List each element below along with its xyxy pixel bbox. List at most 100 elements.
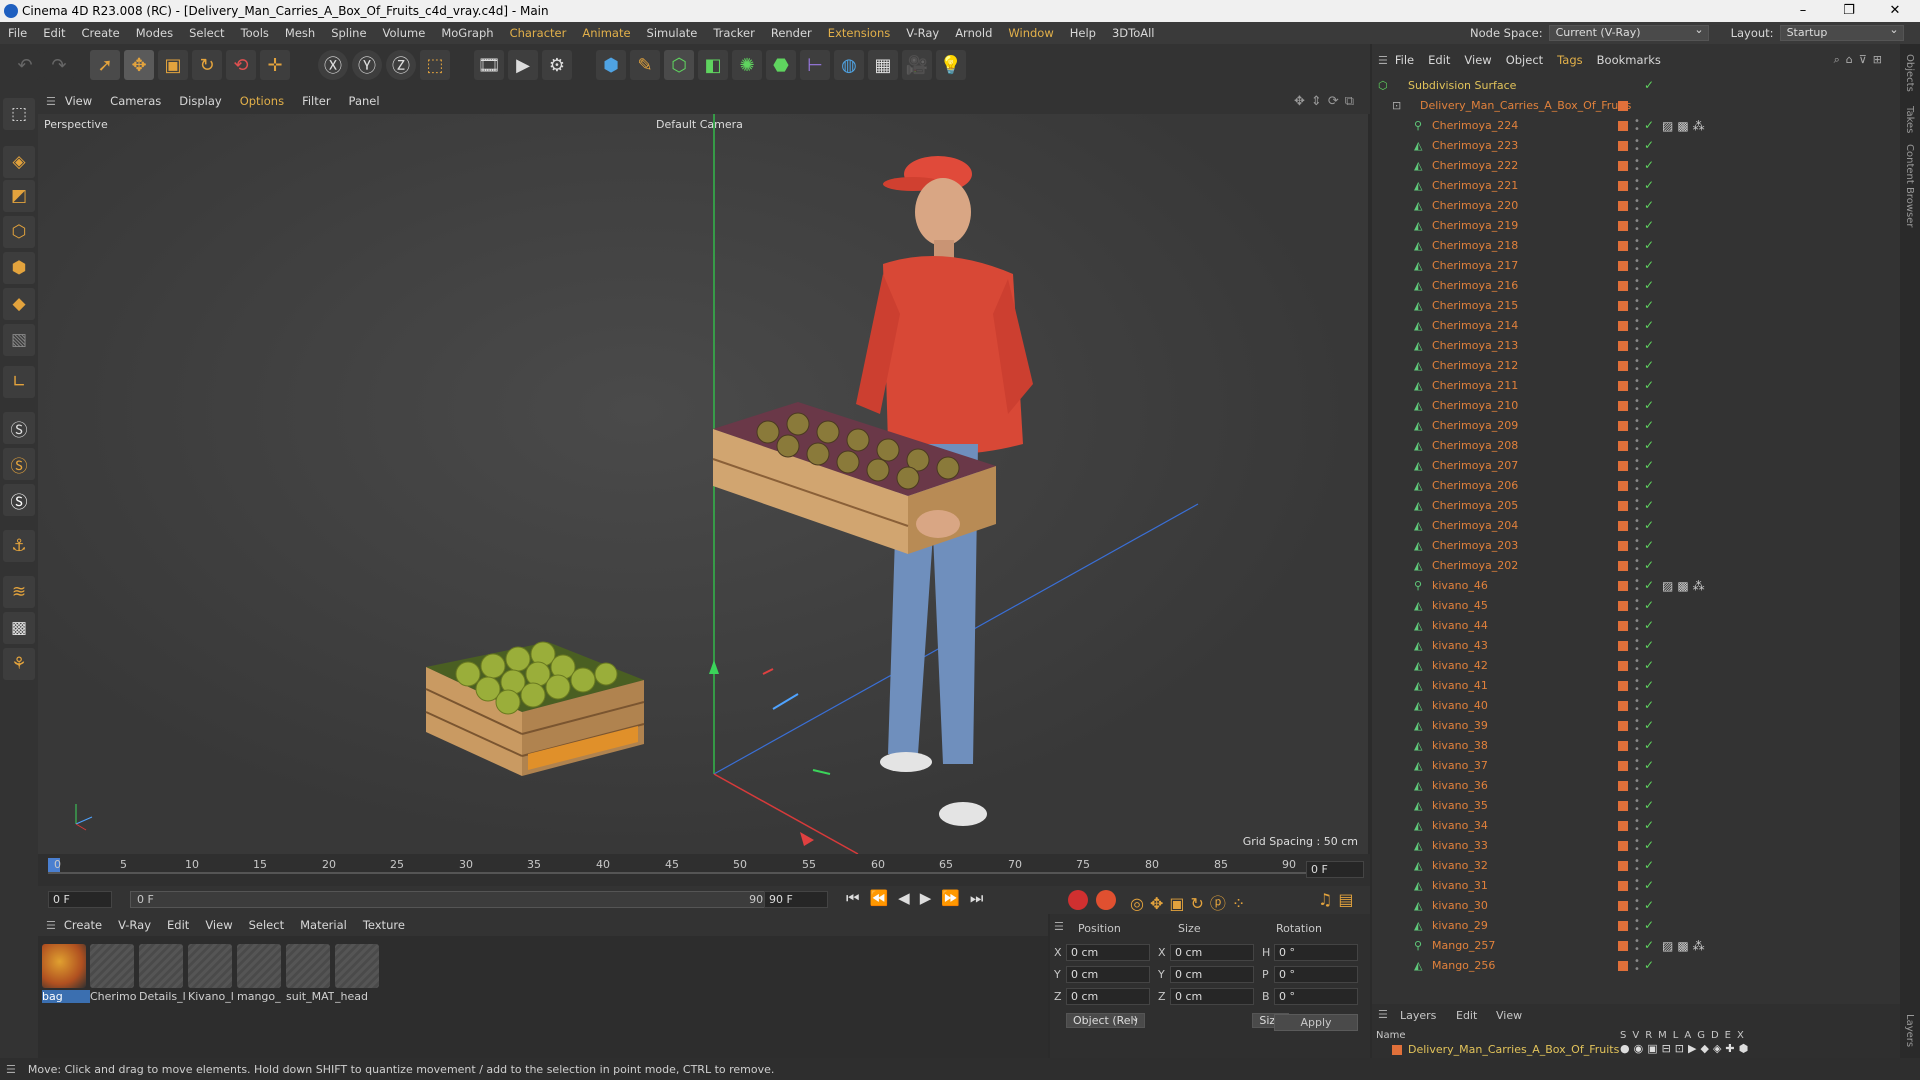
material-tags-icon[interactable]: ▨▩⁂: [1662, 939, 1709, 953]
layer-color-swatch[interactable]: [1618, 501, 1628, 511]
enabled-check-icon[interactable]: ✓: [1644, 178, 1654, 192]
layer-color-swatch[interactable]: [1618, 461, 1628, 471]
visibility-dots-icon[interactable]: • •: [1634, 837, 1640, 855]
om-row-object[interactable]: ◭ kivano_39 • • ✓: [1372, 716, 1900, 736]
enabled-check-icon[interactable]: ✓: [1644, 258, 1654, 272]
rotation-h-field[interactable]: 0 °: [1274, 944, 1358, 961]
visibility-dots-icon[interactable]: • •: [1634, 397, 1640, 415]
extrude-icon[interactable]: ◧: [698, 50, 728, 80]
visibility-dots-icon[interactable]: • •: [1634, 297, 1640, 315]
layer-color-swatch[interactable]: [1618, 661, 1628, 671]
om-row-object[interactable]: ◭ Cherimoya_218 • • ✓: [1372, 236, 1900, 256]
tab-objects[interactable]: Objects: [1904, 54, 1915, 92]
material-swatch-bag[interactable]: [42, 944, 86, 988]
mograph-cloner-icon[interactable]: ✺: [732, 50, 762, 80]
tab-content-browser[interactable]: Content Browser: [1904, 144, 1915, 227]
om-row-object[interactable]: ◭ kivano_38 • • ✓: [1372, 736, 1900, 756]
cube-icon[interactable]: ⬢: [596, 50, 626, 80]
layers-menu-view[interactable]: View: [1496, 1009, 1522, 1022]
viewport-menu-options[interactable]: Options: [231, 94, 293, 108]
visibility-dots-icon[interactable]: • •: [1634, 737, 1640, 755]
enabled-check-icon[interactable]: ✓: [1644, 898, 1654, 912]
om-row-object[interactable]: ◭ kivano_43 • • ✓: [1372, 636, 1900, 656]
om-row-object[interactable]: ◭ Cherimoya_222 • • ✓: [1372, 156, 1900, 176]
om-menu-file[interactable]: File: [1388, 53, 1421, 67]
om-row-object[interactable]: ◭ Cherimoya_210 • • ✓: [1372, 396, 1900, 416]
layer-color-swatch[interactable]: [1618, 141, 1628, 151]
visibility-dots-icon[interactable]: • •: [1634, 457, 1640, 475]
tab-layers[interactable]: Layers: [1904, 1014, 1915, 1047]
om-row-object[interactable]: ◭ kivano_30 • • ✓: [1372, 896, 1900, 916]
visibility-dots-icon[interactable]: • •: [1634, 697, 1640, 715]
layer-color-swatch[interactable]: [1618, 441, 1628, 451]
edges-mode-icon[interactable]: ⬢: [3, 252, 35, 284]
visibility-dots-icon[interactable]: • •: [1634, 597, 1640, 615]
material-menu-material[interactable]: Material: [292, 918, 355, 932]
om-menu-icon[interactable]: ☰: [1378, 54, 1388, 67]
menu-3dtoall[interactable]: 3DToAll: [1104, 26, 1163, 40]
enabled-check-icon[interactable]: ✓: [1644, 478, 1654, 492]
visibility-dots-icon[interactable]: • •: [1634, 197, 1640, 215]
visibility-dots-icon[interactable]: • •: [1634, 777, 1640, 795]
layer-color-swatch[interactable]: [1618, 921, 1628, 931]
viewport-menu-cameras[interactable]: Cameras: [101, 94, 170, 108]
menu-animate[interactable]: Animate: [574, 26, 638, 40]
undo-icon[interactable]: ↶: [10, 50, 40, 80]
select-tool-icon[interactable]: ➚: [90, 50, 120, 80]
menu-edit[interactable]: Edit: [35, 26, 73, 40]
om-menu-tags[interactable]: Tags: [1550, 53, 1589, 67]
material-tags-icon[interactable]: ▨▩⁂: [1662, 119, 1709, 133]
layer-color-swatch[interactable]: [1618, 401, 1628, 411]
material-label[interactable]: Details_l: [139, 990, 187, 1003]
material-menu-icon[interactable]: ☰: [46, 919, 56, 932]
camera-icon[interactable]: 🎥: [902, 50, 932, 80]
timeline-extra-icons[interactable]: ♫▤: [1318, 890, 1359, 909]
visibility-dots-icon[interactable]: • •: [1634, 957, 1640, 975]
enabled-check-icon[interactable]: ✓: [1644, 138, 1654, 152]
material-label[interactable]: Kivano_l: [188, 990, 236, 1003]
visibility-dots-icon[interactable]: • •: [1634, 817, 1640, 835]
layer-color-swatch[interactable]: [1618, 621, 1628, 631]
menu-tools[interactable]: Tools: [233, 26, 277, 40]
snap-icon[interactable]: Ⓢ: [3, 412, 35, 444]
material-label[interactable]: mango_: [237, 990, 285, 1003]
layer-color-swatch[interactable]: [1618, 321, 1628, 331]
om-row-group[interactable]: ⊡ Delivery_Man_Carries_A_Box_Of_Fruits: [1372, 96, 1900, 116]
layer-color-swatch[interactable]: [1618, 721, 1628, 731]
om-row-object[interactable]: ◭ kivano_32 • • ✓: [1372, 856, 1900, 876]
playback-controls[interactable]: ⏮⏪◀▶⏩⏭: [846, 889, 993, 907]
menu-mograph[interactable]: MoGraph: [433, 26, 501, 40]
enabled-check-icon[interactable]: ✓: [1644, 198, 1654, 212]
render-region-icon[interactable]: 🎞: [474, 50, 504, 80]
position-x-field[interactable]: 0 cm: [1066, 944, 1150, 961]
timeline-ruler[interactable]: 0 5 10 15 20 25 30 35 40 45 50 55 60 65 …: [38, 854, 1370, 886]
enabled-check-icon[interactable]: ✓: [1644, 318, 1654, 332]
layer-color-swatch[interactable]: [1618, 781, 1628, 791]
layer-color-swatch[interactable]: [1618, 561, 1628, 571]
layer-color-swatch[interactable]: [1618, 361, 1628, 371]
om-row-object[interactable]: ◭ kivano_40 • • ✓: [1372, 696, 1900, 716]
tab-takes[interactable]: Takes: [1904, 106, 1915, 133]
om-row-object[interactable]: ◭ kivano_45 • • ✓: [1372, 596, 1900, 616]
solo-icon[interactable]: ⚘: [3, 648, 35, 680]
viewport-menu-view[interactable]: View: [56, 94, 101, 108]
bend-deformer-icon[interactable]: ⊢: [800, 50, 830, 80]
material-swatch[interactable]: [237, 944, 281, 988]
om-row-object[interactable]: ◭ Cherimoya_215 • • ✓: [1372, 296, 1900, 316]
enabled-check-icon[interactable]: ✓: [1644, 638, 1654, 652]
redo-icon[interactable]: ↷: [44, 50, 74, 80]
layer-color-swatch[interactable]: [1618, 521, 1628, 531]
layer-flag-icons[interactable]: ●◉▣⊟⊡▶◆◈✚⬢: [1620, 1042, 1752, 1055]
visibility-dots-icon[interactable]: • •: [1634, 217, 1640, 235]
enabled-check-icon[interactable]: ✓: [1644, 438, 1654, 452]
om-menu-object[interactable]: Object: [1499, 53, 1550, 67]
close-button[interactable]: ✕: [1872, 0, 1918, 22]
om-row-object[interactable]: ◭ Mango_256 • • ✓: [1372, 956, 1900, 976]
enabled-check-icon[interactable]: ✓: [1644, 518, 1654, 532]
enabled-check-icon[interactable]: ✓: [1644, 818, 1654, 832]
enabled-check-icon[interactable]: ✓: [1644, 678, 1654, 692]
viewport-nav-icons[interactable]: ✥⇕⟳⧉: [1294, 94, 1360, 109]
om-row-object[interactable]: ◭ Cherimoya_217 • • ✓: [1372, 256, 1900, 276]
layer-color-swatch[interactable]: [1392, 1045, 1402, 1055]
om-row-object[interactable]: ◭ Cherimoya_216 • • ✓: [1372, 276, 1900, 296]
